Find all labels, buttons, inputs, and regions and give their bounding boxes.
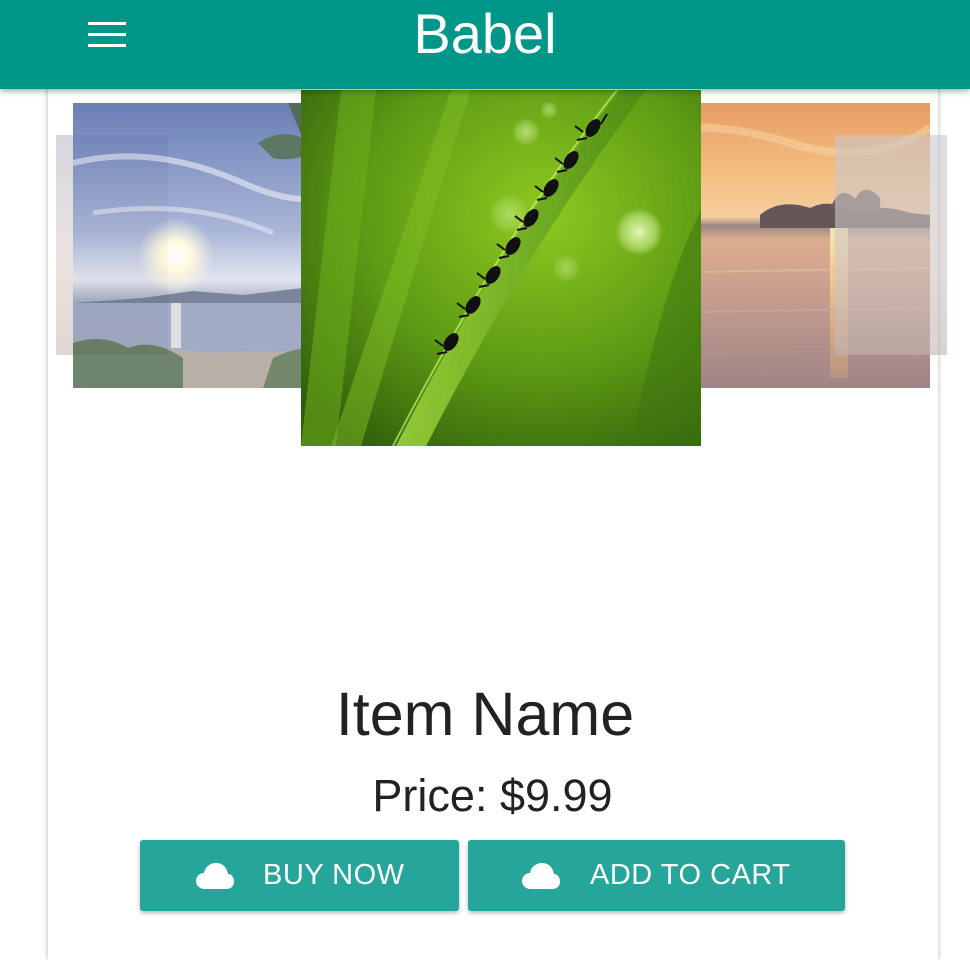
product-price: Price: $9.99 [372,770,613,821]
product-name: Item Name [335,680,635,748]
cloud-icon [196,863,234,889]
carousel-image-ants-on-grass[interactable] [301,90,701,446]
app-bar: Babel [0,0,970,89]
app-title: Babel [413,2,557,65]
buy-now-label: BUY NOW [263,859,405,891]
carousel-image-far-right[interactable] [835,135,947,355]
cloud-icon [522,863,560,889]
add-to-cart-label: ADD TO CART [590,859,791,891]
add-to-cart-button[interactable]: ADD TO CART [468,840,845,911]
buy-now-button[interactable]: BUY NOW [140,840,459,911]
